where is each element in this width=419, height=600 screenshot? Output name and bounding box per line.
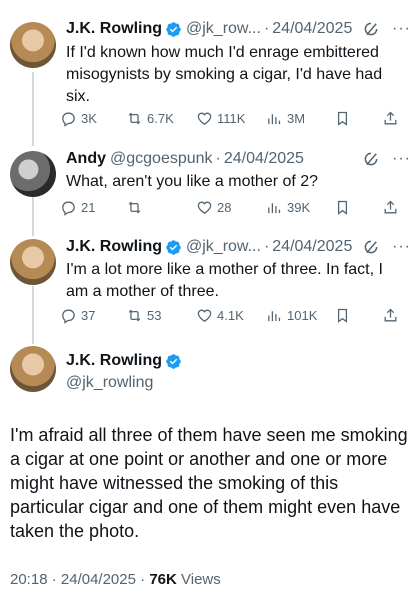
- share-icon: [382, 307, 399, 324]
- share-button[interactable]: [382, 110, 399, 127]
- views-button[interactable]: 39K: [266, 199, 334, 216]
- views-icon: [266, 307, 283, 324]
- author-name[interactable]: J.K. Rowling: [66, 238, 162, 256]
- avatar[interactable]: [10, 239, 56, 285]
- retweet-icon: [126, 307, 143, 324]
- verified-badge-icon: [165, 21, 182, 38]
- tweet-actions: 3K 6.7K 111K 3M: [60, 108, 413, 128]
- more-options-icon[interactable]: ···: [392, 20, 411, 38]
- tweet-date[interactable]: 24/04/2025: [224, 150, 304, 168]
- tweet-header: J.K. Rowling @jk_row... · 24/04/2025 ···: [66, 236, 411, 258]
- tweet-meta: 20:18 · 24/04/2025 · 76K Views: [10, 571, 221, 588]
- like-count: 28: [217, 199, 232, 215]
- reply-icon: [60, 110, 77, 127]
- views-label: Views: [181, 571, 221, 588]
- views-count: 39K: [287, 199, 311, 215]
- like-icon: [196, 199, 213, 216]
- views-button[interactable]: 3M: [266, 110, 334, 127]
- avatar[interactable]: [10, 346, 56, 392]
- author-handle[interactable]: @gcgoespunk: [110, 150, 213, 168]
- reply-icon: [60, 199, 77, 216]
- tweet-time[interactable]: 20:18: [10, 571, 48, 588]
- views-count: 76K: [149, 571, 177, 588]
- separator: ·: [51, 571, 57, 588]
- verified-badge-icon: [165, 353, 182, 370]
- tweet-text: If I'd known how much I'd enrage embitte…: [66, 44, 383, 105]
- like-button[interactable]: 28: [196, 199, 266, 216]
- bookmark-button[interactable]: [334, 199, 382, 216]
- like-count: 4.1K: [217, 307, 244, 323]
- retweet-button[interactable]: 53: [126, 307, 196, 324]
- retweet-icon: [126, 199, 143, 216]
- share-button[interactable]: [382, 199, 399, 216]
- author-handle[interactable]: @jk_rowling: [66, 374, 153, 392]
- reply-button[interactable]: 3K: [60, 110, 126, 127]
- bookmark-icon: [334, 110, 351, 127]
- more-options-icon[interactable]: ···: [392, 238, 411, 256]
- reply-icon: [60, 307, 77, 324]
- main-tweet-text: I'm afraid all three of them have seen m…: [10, 425, 408, 541]
- retweet-button[interactable]: [126, 199, 196, 216]
- tweet-date[interactable]: 24/04/2025: [272, 238, 352, 256]
- main-author-name[interactable]: J.K. Rowling: [66, 352, 186, 370]
- tweet[interactable]: Andy @gcgoespunk · 24/04/2025 ··· What, …: [0, 148, 419, 220]
- author-name[interactable]: J.K. Rowling: [66, 352, 162, 370]
- views-button[interactable]: 101K: [266, 307, 334, 324]
- share-button[interactable]: [382, 307, 399, 324]
- author-handle[interactable]: @jk_row...: [186, 238, 261, 256]
- like-button[interactable]: 111K: [196, 110, 266, 127]
- retweet-count: 53: [147, 307, 162, 323]
- retweet-icon: [126, 110, 143, 127]
- tweet-header: Andy @gcgoespunk · 24/04/2025 ···: [66, 148, 411, 170]
- author-name[interactable]: J.K. Rowling: [66, 20, 162, 38]
- tweet[interactable]: J.K. Rowling @jk_row... · 24/04/2025 ···…: [0, 236, 419, 332]
- avatar[interactable]: [10, 151, 56, 197]
- bookmark-button[interactable]: [334, 110, 382, 127]
- tweet-text: What, aren't you like a mother of 2?: [66, 173, 319, 190]
- share-icon: [382, 199, 399, 216]
- views-icon: [266, 199, 283, 216]
- like-icon: [196, 307, 213, 324]
- tweet[interactable]: J.K. Rowling @jk_row... · 24/04/2025 ···…: [0, 18, 419, 130]
- like-count: 111K: [217, 110, 246, 126]
- like-button[interactable]: 4.1K: [196, 307, 266, 324]
- grok-icon[interactable]: [362, 238, 380, 256]
- tweet-text: I'm a lot more like a mother of three. I…: [66, 261, 383, 300]
- retweet-button[interactable]: 6.7K: [126, 110, 196, 127]
- like-icon: [196, 110, 213, 127]
- tweet-actions: 37 53 4.1K 101K: [60, 305, 413, 325]
- views-count: 101K: [287, 307, 318, 323]
- reply-count: 21: [81, 199, 96, 215]
- author-handle[interactable]: @jk_row...: [186, 20, 261, 38]
- tweet-date[interactable]: 24/04/2025: [272, 20, 352, 38]
- separator: ·: [263, 238, 270, 255]
- share-icon: [382, 110, 399, 127]
- reply-button[interactable]: 21: [60, 199, 126, 216]
- grok-icon[interactable]: [362, 150, 380, 168]
- separator: ·: [215, 150, 221, 167]
- tweet-header: J.K. Rowling @jk_row... · 24/04/2025 ···: [66, 18, 411, 40]
- grok-icon[interactable]: [362, 20, 380, 38]
- author-name[interactable]: Andy: [66, 150, 106, 168]
- bookmark-icon: [334, 307, 351, 324]
- bookmark-button[interactable]: [334, 307, 382, 324]
- reply-count: 37: [81, 307, 96, 323]
- tweet-date[interactable]: 24/04/2025: [61, 571, 136, 588]
- separator: ·: [263, 20, 270, 37]
- separator: ·: [140, 571, 146, 588]
- reply-count: 3K: [81, 110, 97, 126]
- retweet-count: 6.7K: [147, 110, 174, 126]
- reply-button[interactable]: 37: [60, 307, 126, 324]
- views-count: 3M: [287, 110, 306, 126]
- bookmark-icon: [334, 199, 351, 216]
- tweet-actions: 21 28 39K: [60, 197, 413, 217]
- verified-badge-icon: [165, 239, 182, 256]
- more-options-icon[interactable]: ···: [392, 150, 411, 168]
- views-icon: [266, 110, 283, 127]
- avatar[interactable]: [10, 22, 56, 68]
